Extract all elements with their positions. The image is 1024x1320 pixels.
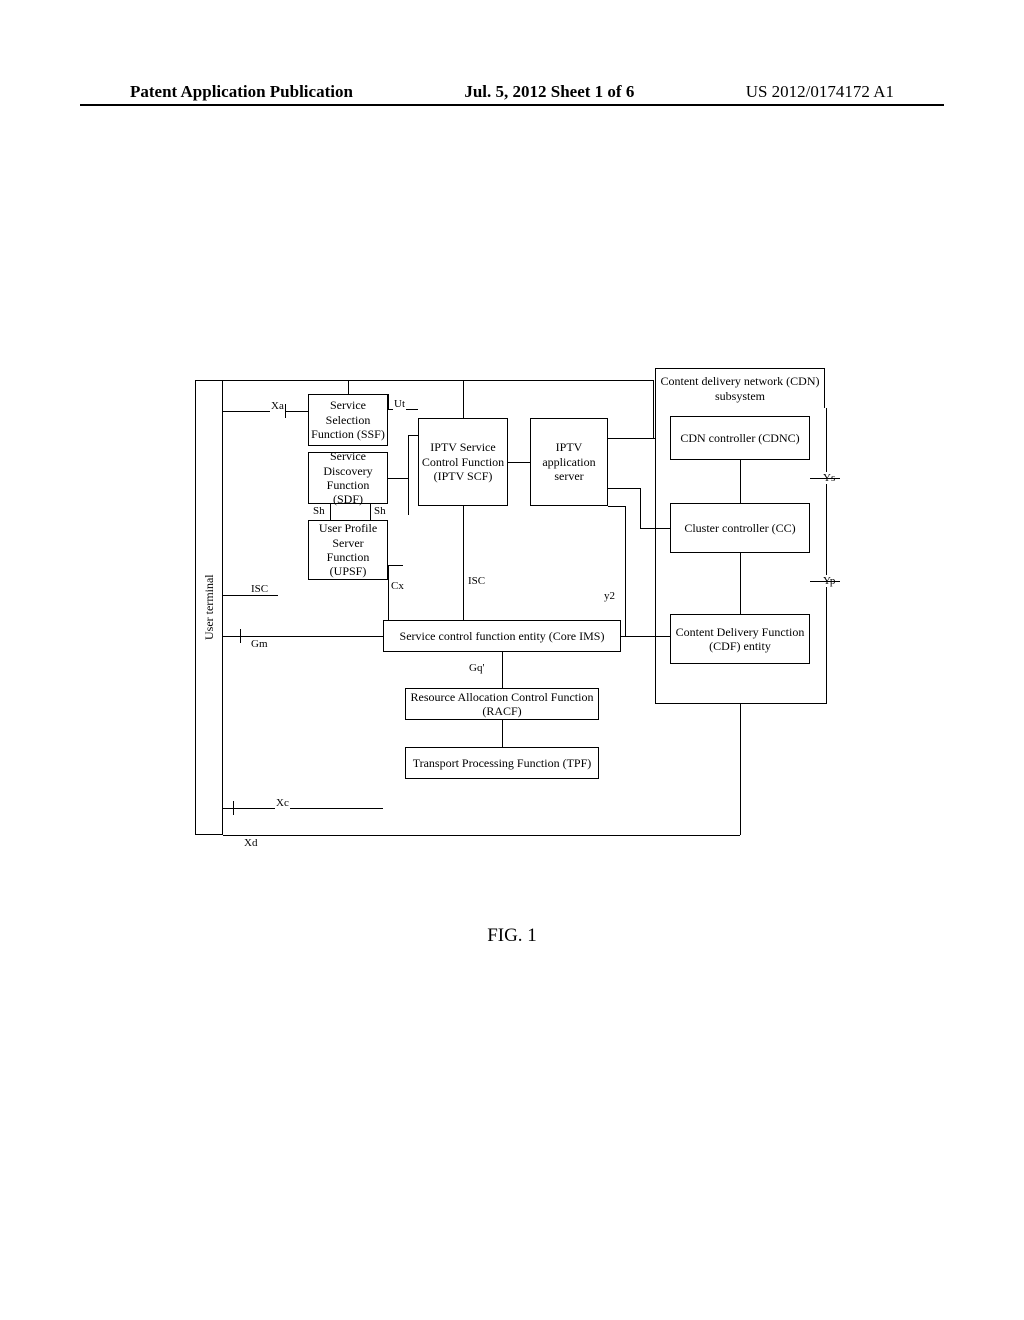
upsf-box: User Profile Server Function (UPSF) xyxy=(308,520,388,580)
conn-sh1 xyxy=(330,504,331,520)
tick-xc xyxy=(233,801,234,815)
conn-top-right-v xyxy=(653,380,654,438)
figure-caption: FIG. 1 xyxy=(0,925,1024,947)
user-terminal-box: User terminal xyxy=(195,380,223,835)
header-rule xyxy=(80,104,944,106)
label-ut: Ut xyxy=(393,398,406,410)
label-isc: ISC xyxy=(467,575,486,587)
conn-ssf-up1 xyxy=(348,380,349,394)
conn-app-cc3 xyxy=(640,528,670,529)
header-center: Jul. 5, 2012 Sheet 1 of 6 xyxy=(464,82,634,102)
label-sh2: Sh xyxy=(373,505,387,517)
conn-y2-v2 xyxy=(625,506,626,636)
conn-app-cc1 xyxy=(608,488,640,489)
conn-gm xyxy=(223,636,383,637)
conn-xd-h xyxy=(223,835,740,836)
label-xd: Xd xyxy=(243,837,258,849)
conn-scf-app xyxy=(508,462,530,463)
conn-racf-tpf xyxy=(502,720,503,747)
conn-isc xyxy=(463,506,464,620)
tpf-box: Transport Processing Function (TPF) xyxy=(405,747,599,779)
cdn-subsystem-title: Content delivery network (CDN) subsystem xyxy=(655,368,825,408)
architecture-diagram: User terminal Content delivery network (… xyxy=(195,380,835,860)
conn-xa-line xyxy=(223,411,308,412)
conn-xd-v xyxy=(740,703,741,835)
user-terminal-label: User terminal xyxy=(202,575,216,641)
conn-xc xyxy=(223,808,383,809)
conn-gq xyxy=(502,652,503,688)
tick-gm xyxy=(240,629,241,643)
header-left: Patent Application Publication xyxy=(130,82,353,102)
page-header: Patent Application Publication Jul. 5, 2… xyxy=(0,82,1024,102)
cc-box: Cluster controller (CC) xyxy=(670,503,810,553)
label-cx: Cx xyxy=(390,580,405,592)
core-ims-box: Service control function entity (Core IM… xyxy=(383,620,621,652)
tick-yp xyxy=(810,581,840,582)
label-gq: Gq' xyxy=(468,662,485,674)
iptv-scf-box: IPTV Service Control Function (IPTV SCF) xyxy=(418,418,508,506)
label-isc-left: ISC xyxy=(250,583,269,595)
conn-sh2 xyxy=(370,504,371,520)
label-y2: y2 xyxy=(603,590,616,602)
conn-isc-left xyxy=(223,595,278,596)
tick-ys xyxy=(810,478,840,479)
conn-upsf-right xyxy=(388,565,403,566)
conn-y2-h xyxy=(621,636,670,637)
conn-yp xyxy=(740,553,741,614)
label-sh1: Sh xyxy=(312,505,326,517)
conn-sdf-scf-h2 xyxy=(408,435,418,436)
label-gm: Gm xyxy=(250,638,269,650)
conn-ut-v xyxy=(388,394,389,409)
iptv-app-server-box: IPTV application server xyxy=(530,418,608,506)
conn-app-cc2 xyxy=(640,488,641,528)
conn-sdf-scf-v xyxy=(408,435,409,515)
header-right: US 2012/0174172 A1 xyxy=(746,82,894,102)
conn-xa-top xyxy=(223,380,653,381)
sdf-box: Service Discovery Function (SDF) xyxy=(308,452,388,504)
tick-xa xyxy=(285,404,286,418)
label-xc: Xc xyxy=(275,797,290,809)
conn-sdf-scf xyxy=(388,478,408,479)
label-xa: Xa xyxy=(270,400,285,412)
ssf-box: Service Selection Function (SSF) xyxy=(308,394,388,446)
racf-box: Resource Allocation Control Function (RA… xyxy=(405,688,599,720)
conn-cx-v xyxy=(388,565,389,620)
conn-scf-up xyxy=(463,380,464,418)
cdnc-box: CDN controller (CDNC) xyxy=(670,416,810,460)
conn-y2-app xyxy=(608,506,625,507)
cdf-box: Content Delivery Function (CDF) entity xyxy=(670,614,810,664)
conn-app-cdnc xyxy=(608,438,655,439)
conn-ys xyxy=(740,460,741,503)
